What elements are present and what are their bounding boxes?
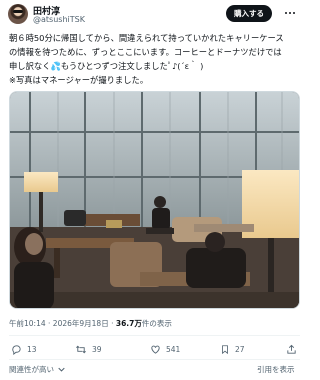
bookmark-button[interactable]: 27 (220, 344, 245, 355)
tweet-line: ※写真はマネージャーが撮りました。 (9, 75, 149, 85)
more-icon[interactable] (283, 7, 297, 19)
like-count: 541 (166, 345, 181, 354)
reply-count: 13 (27, 345, 37, 354)
tweet-date[interactable]: 2026年9月18日 (53, 319, 109, 328)
avatar[interactable] (8, 4, 28, 24)
lounge-photo (10, 92, 299, 308)
separator: · (111, 319, 114, 328)
share-icon (287, 344, 296, 354)
retweet-button[interactable]: 39 (75, 344, 102, 355)
reply-icon (12, 345, 21, 355)
sort-dropdown[interactable]: 関連性が高い (9, 364, 66, 375)
chevron-down-icon (58, 367, 66, 372)
tweet-time[interactable]: 午前10:14 (9, 319, 46, 328)
sort-label: 関連性が高い (9, 365, 54, 374)
subscribe-button[interactable]: 購入する (226, 5, 272, 22)
tweet-line: 朝６時50分に帰国してから、間違えられて持っていかれたキャリーケース (9, 33, 284, 43)
retweet-count: 39 (92, 345, 102, 354)
views-count: 36.7万 (115, 319, 142, 328)
divider (9, 335, 300, 336)
action-bar: 13 39 541 27 (0, 344, 309, 358)
like-button[interactable]: 541 (150, 344, 180, 355)
tweet-text: 朝６時50分に帰国してから、間違えられて持っていかれたキャリーケース の情報を待… (9, 31, 303, 87)
tweet-line: 申し訳なく💦もうひとつずつ注文しましたﾟ♪(´ε｀ ) (9, 61, 204, 71)
view-quotes-link[interactable]: 引用を表示 (257, 364, 295, 375)
author-handle[interactable]: @atsushiTSK (33, 15, 85, 24)
reply-button[interactable]: 13 (11, 344, 37, 355)
tweet-photo[interactable] (9, 91, 300, 309)
separator: · (48, 319, 51, 328)
bookmark-icon (222, 345, 228, 355)
tweet-meta: 午前10:14 · 2026年9月18日 · 36.7万件の表示 (9, 318, 172, 329)
share-button[interactable] (286, 344, 302, 355)
divider (9, 359, 300, 360)
retweet-icon (76, 345, 86, 354)
views-label: 件の表示 (141, 319, 172, 328)
tweet-line: の情報を待つために、ずっとここにいます。コーヒーとドーナツだけでは (9, 47, 282, 57)
like-icon (151, 345, 160, 354)
bookmark-count: 27 (235, 345, 245, 354)
